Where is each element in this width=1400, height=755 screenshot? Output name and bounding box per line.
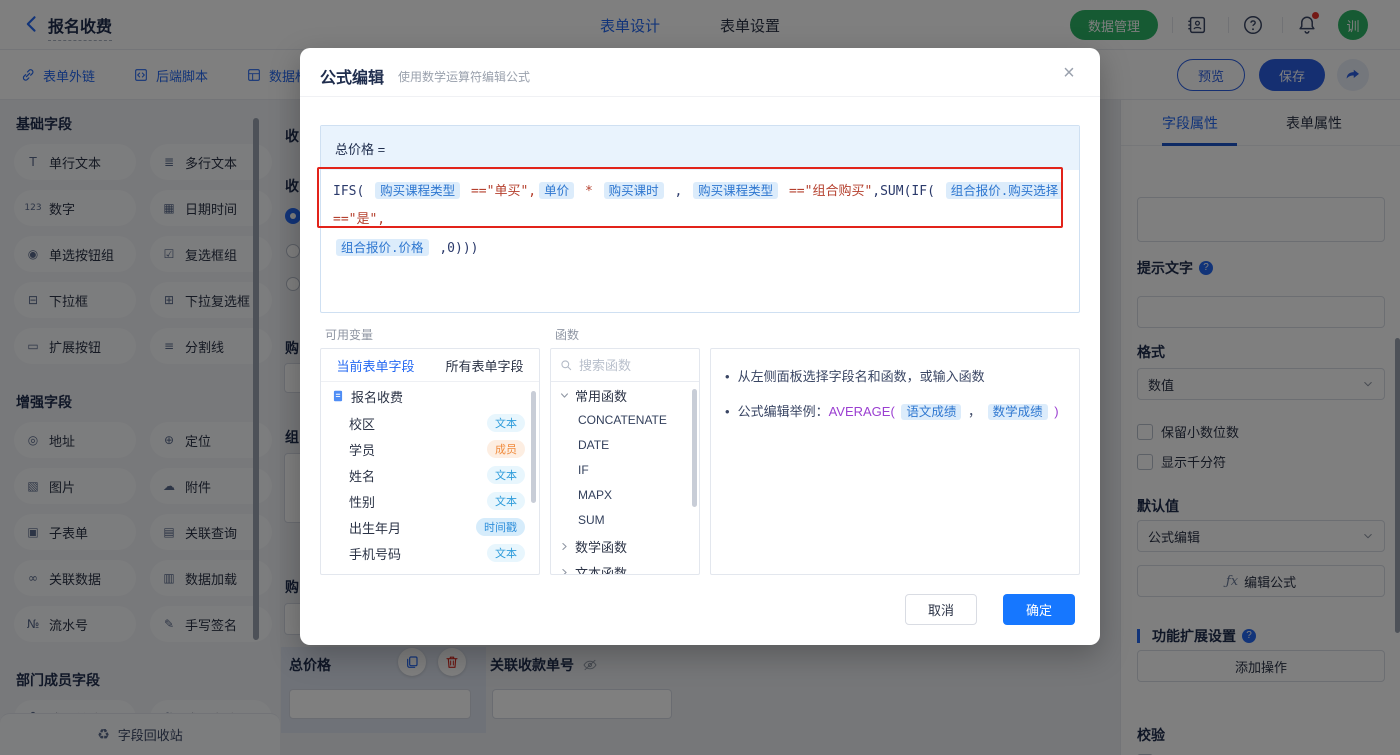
form-doc-icon [331, 389, 345, 403]
formula-token: , [666, 184, 691, 199]
function-group-label: 文本函数 [575, 565, 628, 575]
function-item-date[interactable]: DATE [551, 433, 699, 458]
variable-name: 校区 [349, 416, 376, 432]
example-field-chip: 数学成绩 [987, 404, 1048, 420]
variable-name: 手机号码 [349, 546, 402, 562]
formula-code[interactable]: IFS( 购买课程类型 =="单买", 单价 * 购买课时 , 购买课程类型 ==… [321, 170, 1079, 270]
formula-field-chip[interactable]: 组合报价.价格 [336, 239, 429, 256]
variables-root-node[interactable]: 报名收费 [321, 382, 539, 410]
formula-field-chip[interactable]: 购买课时 [603, 182, 664, 199]
formula-field-chip[interactable]: 购买课程类型 [693, 182, 779, 199]
example-token: 公式编辑举例： [737, 404, 829, 419]
formula-field-chip[interactable]: 组合报价.购买选择 [945, 182, 1064, 199]
formula-field-chip[interactable]: 购买课程类型 [375, 182, 461, 199]
modal-subtitle: 使用数学运算符编辑公式 [398, 70, 531, 84]
example-token: AVERAGE( [828, 404, 899, 419]
variable-name: 姓名 [349, 468, 376, 484]
function-item-sum[interactable]: SUM [551, 508, 699, 533]
function-group[interactable]: 数学函数 [551, 533, 699, 559]
variable-type-badge: 文本 [487, 414, 525, 432]
search-icon [559, 358, 573, 372]
variable-name: 学员 [349, 442, 376, 458]
variable-type-badge: 文本 [487, 466, 525, 484]
variable-type-badge: 文本 [487, 492, 525, 510]
function-item-concatenate[interactable]: CONCATENATE [551, 408, 699, 433]
caret-down-icon [559, 390, 570, 401]
variable-type-badge: 成员 [487, 440, 525, 458]
formula-line: IFS( 购买课程类型 =="单买", 单价 * 购买课时 , 购买课程类型 ==… [333, 177, 1067, 234]
formula-token: =="组合购买" [781, 184, 873, 199]
modal-header: 公式编辑 使用数学运算符编辑公式 × [300, 48, 1100, 97]
formula-target-label: 总价格 = [321, 126, 1079, 170]
formula-field-chip[interactable]: 单价 [539, 182, 575, 199]
tab-all-form-fields[interactable]: 所有表单字段 [430, 356, 539, 375]
formula-token: ,0))) [431, 241, 479, 256]
bullet: • [725, 369, 730, 384]
function-search-input[interactable] [579, 357, 679, 373]
formula-editor-modal: 公式编辑 使用数学运算符编辑公式 × 总价格 = IFS( 购买课程类型 =="… [300, 48, 1100, 645]
variable-name: 出生年月 [349, 520, 402, 536]
hint-line-2: • 公式编辑举例：AVERAGE( 语文成绩 ， 数学成绩 ) [725, 401, 1065, 423]
example-token: ) [1050, 404, 1059, 419]
variable-row[interactable]: 手机号码 文本 [321, 540, 539, 566]
function-search[interactable] [551, 349, 699, 382]
hint-text-1: 从左侧面板选择字段名和函数，或输入函数 [737, 369, 985, 384]
variables-tabs: 当前表单字段 所有表单字段 [321, 349, 539, 382]
formula-token: =="单买", [463, 184, 537, 199]
modal-title: 公式编辑 [320, 70, 385, 87]
function-group[interactable]: 文本函数 [551, 559, 699, 575]
formula-token: IFS( [333, 184, 373, 199]
variables-panel: 当前表单字段 所有表单字段 报名收费 校区 文本 学员 成员 姓名 文本 性别 文本 出生年月时… [320, 348, 540, 575]
functions-panel: 常用函数 CONCATENATEDATEIFMAPXSUM 数学函数文本函数 [550, 348, 700, 575]
tab-current-form-fields[interactable]: 当前表单字段 [321, 356, 430, 375]
function-item-mapx[interactable]: MAPX [551, 483, 699, 508]
hint-line-1: • 从左侧面板选择字段名和函数，或输入函数 [725, 366, 1065, 388]
variable-row[interactable]: 学员 成员 [321, 436, 539, 462]
example-field-chip: 语文成绩 [901, 404, 962, 420]
function-group-label: 数学函数 [575, 539, 628, 555]
variables-scrollbar[interactable] [531, 391, 536, 503]
function-group[interactable]: 常用函数 [551, 382, 699, 408]
formula-token: * [577, 184, 601, 199]
variables-root-label: 报名收费 [351, 389, 404, 405]
variables-label: 可用变量 [325, 328, 374, 342]
functions-label: 函数 [555, 328, 580, 342]
function-item-if[interactable]: IF [551, 458, 699, 483]
formula-line: 组合报价.价格 ,0))) [333, 234, 1067, 263]
caret-right-icon [559, 567, 570, 574]
formula-token: ,SUM(IF( [872, 184, 943, 199]
variable-row[interactable]: 出生年月 时间戳 [321, 514, 539, 540]
example-token: ， [964, 404, 985, 419]
caret-right-icon [559, 541, 570, 552]
variable-type-badge: 时间戳 [476, 518, 525, 536]
variable-type-badge: 文本 [487, 544, 525, 562]
variable-row[interactable]: 姓名 文本 [321, 462, 539, 488]
close-icon[interactable]: × [1058, 62, 1080, 84]
variable-row[interactable]: 校区 文本 [321, 410, 539, 436]
functions-scrollbar[interactable] [692, 389, 697, 507]
variable-name: 性别 [349, 494, 376, 510]
bullet: • [725, 404, 730, 419]
formula-token: =="是", [333, 212, 386, 227]
cancel-button[interactable]: 取消 [905, 594, 977, 625]
variable-row[interactable]: 性别 文本 [321, 488, 539, 514]
hint-example: 公式编辑举例：AVERAGE( 语文成绩 ， 数学成绩 ) [738, 401, 1059, 423]
formula-editor-box[interactable]: 总价格 = IFS( 购买课程类型 =="单买", 单价 * 购买课时 , 购买课… [320, 125, 1080, 313]
function-group-label: 常用函数 [575, 388, 628, 404]
confirm-button[interactable]: 确定 [1003, 594, 1075, 625]
hints-panel: • 从左侧面板选择字段名和函数，或输入函数 • 公式编辑举例：AVERAGE( … [710, 348, 1080, 575]
